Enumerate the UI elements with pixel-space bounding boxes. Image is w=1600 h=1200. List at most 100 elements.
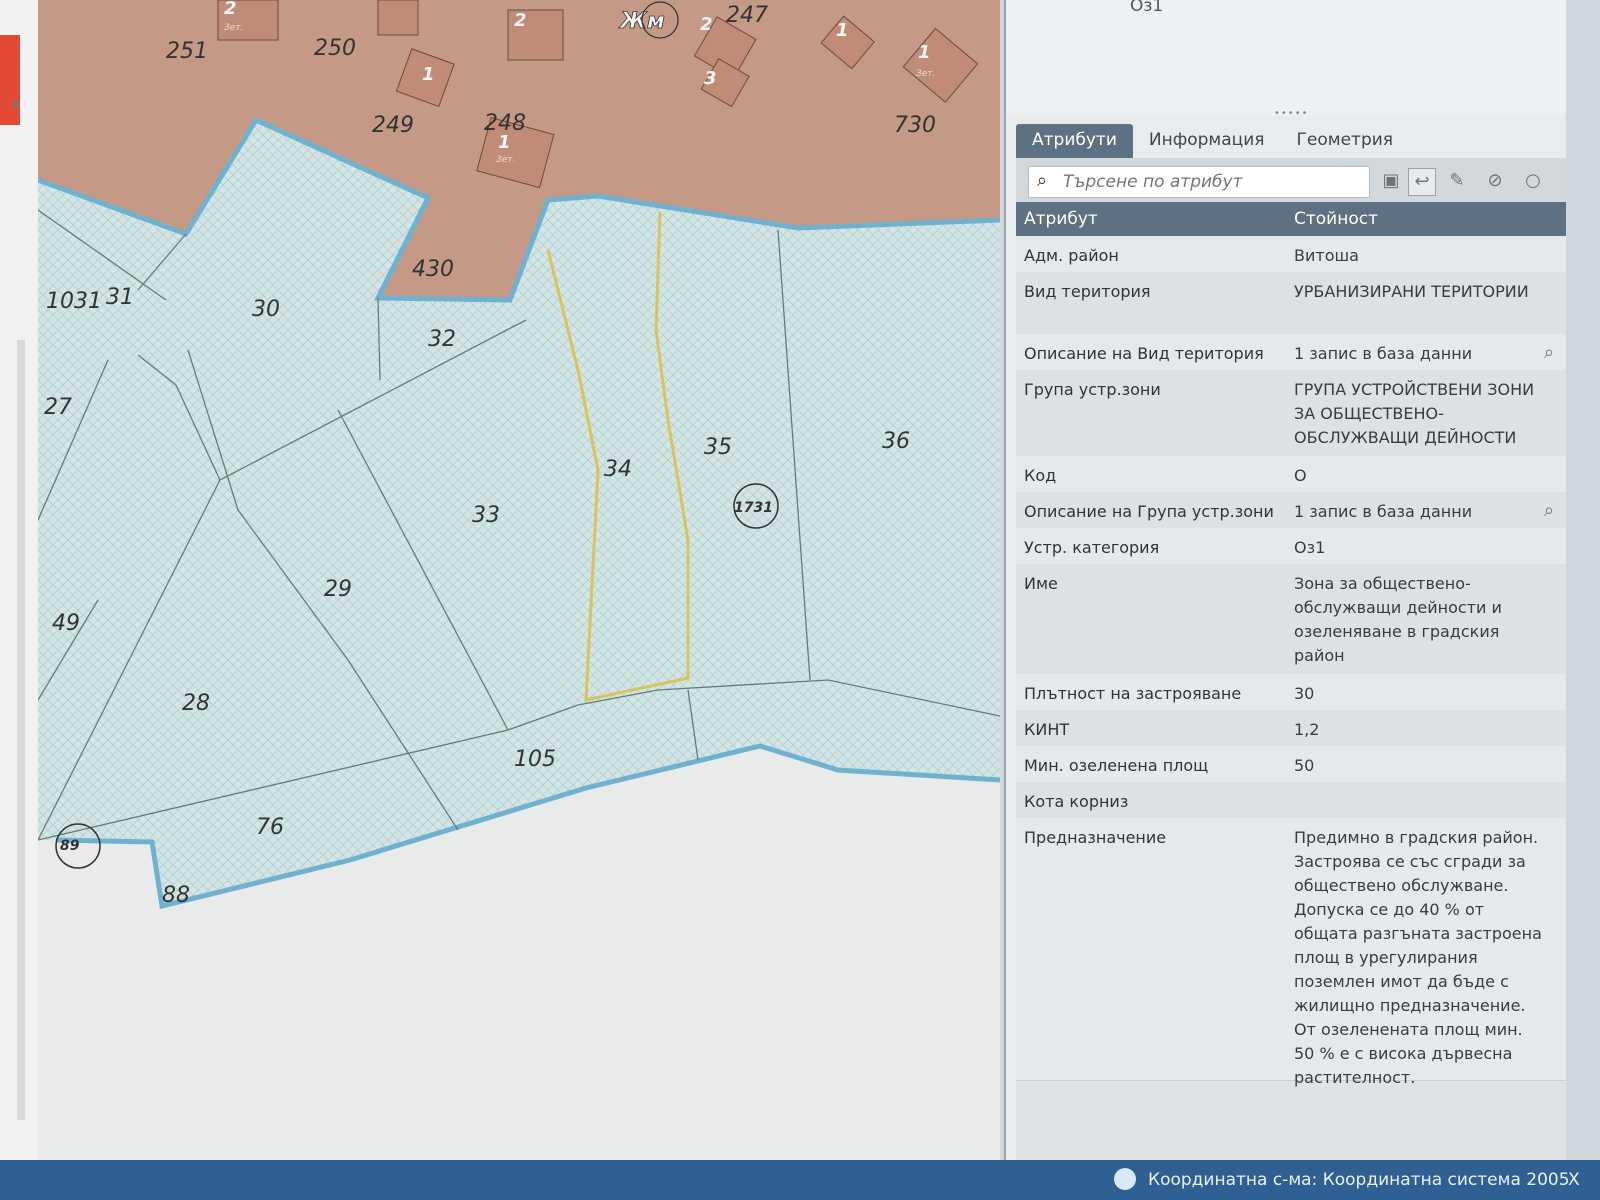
attribute-value: 30	[1294, 684, 1315, 703]
building-number: 1	[836, 20, 849, 41]
attribute-value: 1 запис в база данни	[1294, 502, 1473, 521]
attribute-key: Описание на Вид територия	[1024, 344, 1264, 363]
search-input[interactable]	[1061, 170, 1365, 194]
parcel-label: 247	[726, 3, 768, 28]
building-number: 2	[514, 10, 527, 31]
block-marker-label: 1731	[734, 500, 773, 516]
status-bar: Координатна с-ма: Координатна система 20…	[0, 1160, 1600, 1200]
panel-header-area: Оз1	[1006, 0, 1566, 115]
attribute-row[interactable]: Описание на Вид територия 1 запис в база…	[1016, 334, 1566, 371]
parcel-label: 36	[882, 429, 910, 454]
parcel-label: 35	[704, 435, 732, 460]
parcel-label: 32	[428, 327, 456, 352]
building-number: 2	[224, 0, 237, 19]
building-number: 1	[422, 64, 435, 85]
attribute-value: Зона за обществено-обслужващи дейности и…	[1294, 574, 1502, 665]
attribute-row[interactable]: КИНТ 1,2	[1016, 710, 1566, 747]
map-view[interactable]: 251 250 249 248 247 730 430 1031 31 30 3…	[36, 0, 1001, 1160]
scrollbar-thumb[interactable]	[17, 340, 25, 1120]
attribute-row[interactable]: Мин. озеленена площ 50	[1016, 746, 1566, 783]
save-icon[interactable]: ▣	[1378, 168, 1404, 194]
parcel-label: 31	[106, 285, 134, 310]
attribute-key: Плътност на застрояване	[1024, 684, 1242, 703]
grid-header: Атрибут Стойност	[1016, 202, 1566, 236]
attribute-row[interactable]: Име Зона за обществено-обслужващи дейнос…	[1016, 564, 1566, 675]
search-icon: ⌕	[1037, 170, 1048, 191]
edit-icon[interactable]: ✎	[1444, 168, 1470, 194]
attribute-row[interactable]: Описание на Група устр.зони 1 запис в ба…	[1016, 492, 1566, 529]
attribute-row[interactable]: Адм. район Витоша	[1016, 236, 1566, 273]
panel-splitter-handle[interactable]: •••••	[1274, 108, 1309, 119]
left-toolbar-strip: ▲ ▼	[0, 0, 52, 1160]
attribute-key: Предназначение	[1024, 828, 1167, 847]
block-marker-label: 89	[60, 838, 80, 854]
attribute-value: Витоша	[1294, 246, 1359, 265]
attribute-key: Кота корниз	[1024, 792, 1129, 811]
building-number: 1	[498, 132, 511, 153]
attribute-value: 1,2	[1294, 720, 1320, 739]
attribute-key: Адм. район	[1024, 246, 1119, 265]
close-icon[interactable]: X	[1568, 1170, 1580, 1190]
building-number: 2	[700, 14, 713, 35]
attribute-row[interactable]: Плътност на застрояване 30	[1016, 674, 1566, 711]
cancel-icon[interactable]: ⊘	[1482, 168, 1508, 194]
parcel-label: 249	[372, 113, 414, 138]
parcel-label: 730	[894, 113, 936, 138]
attribute-key: Група устр.зони	[1024, 380, 1161, 399]
attribute-row[interactable]: Устр. категория Оз1	[1016, 528, 1566, 565]
coordinate-system-label[interactable]: Координатна с-ма: Координатна система 20…	[1148, 1170, 1570, 1190]
attribute-row[interactable]: Код О	[1016, 456, 1566, 493]
attribute-grid: Атрибут Стойност Адм. район Витоша Вид т…	[1016, 202, 1566, 1160]
attribute-value: 1 запис в база данни	[1294, 344, 1473, 363]
building-type-label: Зет.	[224, 23, 243, 33]
panel-tabs: Атрибути Информация Геометрия	[1016, 124, 1409, 158]
building-type-label: Зет.	[496, 155, 515, 165]
attribute-key: Описание на Група устр.зони	[1024, 502, 1274, 521]
attribute-value: О	[1294, 466, 1307, 485]
parcel-label: 29	[324, 577, 352, 602]
parcel-label: 88	[162, 883, 190, 908]
lookup-search-icon[interactable]: ⌕	[1544, 342, 1554, 363]
parcel-label: 76	[256, 815, 284, 840]
parcel-label: 30	[252, 297, 280, 322]
scroll-up-icon[interactable]: ▲	[12, 98, 20, 109]
attribute-panel: Оз1 ••••• Атрибути Информация Геометрия …	[1004, 0, 1566, 1160]
parcel-label: 105	[514, 747, 556, 772]
attribute-row[interactable]: Група устр.зони ГРУПА УСТРОЙСТВЕНИ ЗОНИ …	[1016, 370, 1566, 457]
building-type-label: Зет.	[916, 69, 935, 79]
attribute-value: ГРУПА УСТРОЙСТВЕНИ ЗОНИ ЗА ОБЩЕСТВЕНО-ОБ…	[1294, 380, 1535, 447]
parcel-label: 28	[182, 691, 210, 716]
attribute-value: Оз1	[1294, 538, 1326, 557]
parcel-label: 430	[412, 257, 454, 282]
attribute-key: Вид територия	[1024, 282, 1151, 301]
attribute-row[interactable]: Предназначение Предимно в градския район…	[1016, 818, 1566, 1087]
parcel-label: 33	[472, 503, 500, 528]
building-number: 3	[704, 68, 717, 89]
attribute-value: 50	[1294, 756, 1315, 775]
attribute-toolbar: ⌕ ▣ ↩ ✎ ⊘ ○	[1016, 158, 1566, 202]
parcel-label: 1031	[46, 289, 102, 314]
column-header-attribute[interactable]: Атрибут	[1024, 209, 1098, 229]
panel-top-code: Оз1	[1130, 0, 1164, 16]
building-footprint	[377, 0, 419, 36]
circle-icon[interactable]: ○	[1520, 168, 1546, 194]
attribute-key: Код	[1024, 466, 1057, 485]
attribute-row[interactable]: Вид територия УРБАНИЗИРАНИ ТЕРИТОРИИ	[1016, 272, 1566, 335]
parcel-label: 250	[314, 36, 356, 61]
column-header-value[interactable]: Стойност	[1294, 209, 1378, 229]
globe-icon	[1114, 1168, 1136, 1190]
attribute-key: Устр. категория	[1024, 538, 1160, 557]
tab-information[interactable]: Информация	[1133, 124, 1281, 158]
attribute-value: Предимно в градския район. Застроява се …	[1294, 828, 1542, 1087]
undo-icon[interactable]: ↩	[1408, 168, 1436, 196]
attribute-row[interactable]: Кота корниз	[1016, 782, 1566, 819]
attribute-value: УРБАНИЗИРАНИ ТЕРИТОРИИ	[1294, 282, 1529, 301]
lookup-search-icon[interactable]: ⌕	[1544, 500, 1554, 521]
red-tab-marker[interactable]	[0, 35, 20, 125]
attribute-search[interactable]: ⌕	[1028, 166, 1370, 198]
tab-geometry[interactable]: Геометрия	[1281, 124, 1409, 158]
building-number: 1	[918, 42, 931, 63]
attribute-key: Име	[1024, 574, 1058, 593]
parcel-label: 34	[604, 457, 632, 482]
tab-attributes[interactable]: Атрибути	[1016, 124, 1133, 158]
